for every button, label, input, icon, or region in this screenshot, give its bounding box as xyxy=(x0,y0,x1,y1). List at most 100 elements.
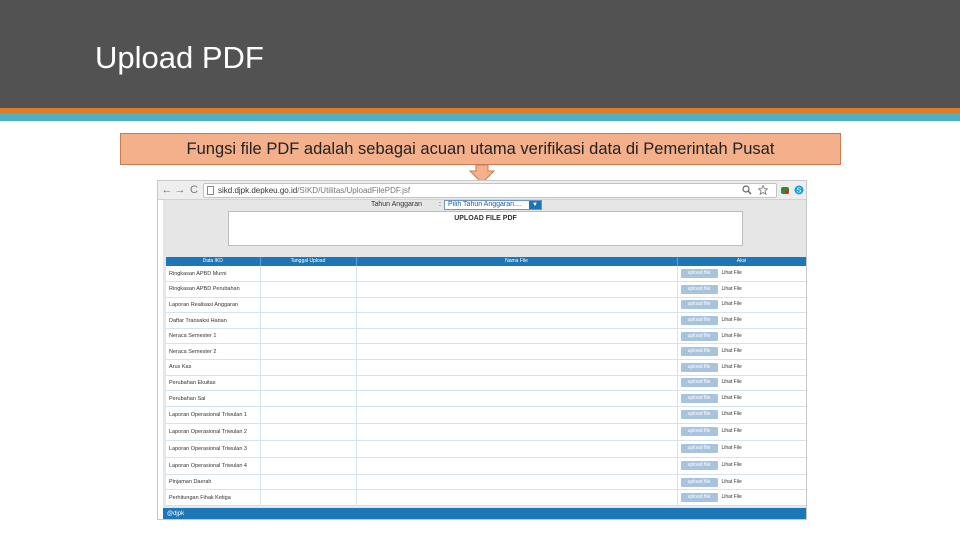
row-data-ikd: Daftar Transaksi Harian xyxy=(166,312,261,329)
upload-file-button[interactable]: upload file xyxy=(680,284,718,294)
row-aksi: upload file Lihat File xyxy=(677,297,806,314)
tahun-colon: : xyxy=(439,201,441,208)
upload-file-button[interactable]: upload file xyxy=(680,493,718,503)
row-aksi: upload file Lihat File xyxy=(677,406,806,424)
row-tanggal-upload xyxy=(260,297,357,314)
row-tanggal-upload xyxy=(260,281,357,298)
upload-file-button[interactable]: upload file xyxy=(680,378,718,388)
row-nama-file xyxy=(356,343,678,361)
table-row: Perubahan Sal upload file Lihat File xyxy=(166,390,806,407)
row-nama-file xyxy=(356,375,678,392)
row-aksi: upload file Lihat File xyxy=(677,489,806,507)
table-row: Ringkasan APBD Perubahan upload file Lihat… xyxy=(166,281,806,298)
upload-file-button[interactable]: upload file xyxy=(680,362,718,372)
lihat-file-link[interactable]: Lihat File xyxy=(722,494,742,500)
table-row: Laporan Operasional Triwulan 1 upload fil… xyxy=(166,406,806,424)
page-footer: @djpk xyxy=(163,508,806,519)
lihat-file-link[interactable]: Lihat File xyxy=(722,301,742,307)
row-data-ikd: Laporan Realisasi Anggaran xyxy=(166,297,261,314)
upload-table: Data IKD Tanggal Upload Nama File Aksi R… xyxy=(166,257,806,507)
star-icon[interactable] xyxy=(758,185,768,195)
row-tanggal-upload xyxy=(260,489,357,507)
row-nama-file xyxy=(356,312,678,329)
col-header-nama-file: Nama File xyxy=(356,257,678,266)
url-host: sikd.djpk.depkeu.go.id xyxy=(218,186,298,195)
slide-title: Upload PDF xyxy=(95,40,264,75)
table-row: Neraca Semester 2 upload file Lihat File xyxy=(166,343,806,361)
row-aksi: upload file Lihat File xyxy=(677,281,806,298)
row-nama-file xyxy=(356,281,678,298)
forward-button[interactable]: → xyxy=(174,184,186,196)
svg-text:S: S xyxy=(797,188,802,195)
lihat-file-link[interactable]: Lihat File xyxy=(722,395,742,401)
row-nama-file xyxy=(356,457,678,475)
upload-file-button[interactable]: upload file xyxy=(680,410,718,420)
upload-file-button[interactable]: upload file xyxy=(680,477,718,487)
row-tanggal-upload xyxy=(260,474,357,491)
extension-icon[interactable] xyxy=(780,185,790,195)
teal-stripe xyxy=(0,113,960,121)
lihat-file-link[interactable]: Lihat File xyxy=(722,445,742,451)
lihat-file-link[interactable]: Lihat File xyxy=(722,379,742,385)
row-aksi: upload file Lihat File xyxy=(677,423,806,441)
col-header-tanggal-upload: Tanggal Upload xyxy=(260,257,357,266)
row-nama-file xyxy=(356,474,678,491)
upload-file-button[interactable]: upload file xyxy=(680,394,718,404)
tahun-select-value: Pilih Tahun Anggaran.... xyxy=(448,201,522,208)
lihat-file-link[interactable]: Lihat File xyxy=(722,462,742,468)
row-data-ikd: Laporan Operasional Triwulan 3 xyxy=(166,440,261,458)
lihat-file-link[interactable]: Lihat File xyxy=(722,364,742,370)
row-aksi: upload file Lihat File xyxy=(677,312,806,329)
chevron-down-icon[interactable]: ▼ xyxy=(529,201,541,209)
row-aksi: upload file Lihat File xyxy=(677,375,806,392)
lihat-file-link[interactable]: Lihat File xyxy=(722,411,742,417)
row-aksi: upload file Lihat File xyxy=(677,343,806,361)
upload-file-button[interactable]: upload file xyxy=(680,427,718,437)
upload-file-button[interactable]: upload file xyxy=(680,316,718,326)
col-header-aksi: Aksi xyxy=(677,257,806,266)
lihat-file-link[interactable]: Lihat File xyxy=(722,428,742,434)
table-row: Daftar Transaksi Harian upload file Lihat … xyxy=(166,312,806,329)
row-tanggal-upload xyxy=(260,328,357,345)
row-data-ikd: Neraca Semester 2 xyxy=(166,343,261,361)
row-tanggal-upload xyxy=(260,390,357,407)
back-button[interactable]: ← xyxy=(161,184,173,196)
row-tanggal-upload xyxy=(260,406,357,424)
url-path: /SIKD/Utilitas/UploadFilePDF.jsf xyxy=(297,186,411,195)
zoom-icon[interactable] xyxy=(742,185,752,195)
row-tanggal-upload xyxy=(260,440,357,458)
callout-box: Fungsi file PDF adalah sebagai acuan uta… xyxy=(120,133,841,165)
upload-file-button[interactable]: upload file xyxy=(680,444,718,454)
lihat-file-link[interactable]: Lihat File xyxy=(722,348,742,354)
table-row: Perhitungan Fihak Ketiga upload file Lihat… xyxy=(166,489,806,507)
row-nama-file xyxy=(356,266,678,283)
lihat-file-link[interactable]: Lihat File xyxy=(722,317,742,323)
row-tanggal-upload xyxy=(260,423,357,441)
table-row: Ringkasan APBD Murni upload file Lihat Fil… xyxy=(166,266,806,283)
upload-file-button[interactable]: upload file xyxy=(680,461,718,471)
lihat-file-link[interactable]: Lihat File xyxy=(722,286,742,292)
address-bar[interactable]: sikd.djpk.depkeu.go.id/SIKD/Utilitas/Upl… xyxy=(203,183,777,198)
skype-icon[interactable]: S xyxy=(794,185,804,195)
row-tanggal-upload xyxy=(260,457,357,475)
row-nama-file xyxy=(356,406,678,424)
reload-button[interactable]: C xyxy=(188,184,200,196)
upload-file-button[interactable]: upload file xyxy=(680,347,718,357)
row-data-ikd: Pinjaman Daerah xyxy=(166,474,261,491)
row-data-ikd: Ringkasan APBD Murni xyxy=(166,266,261,283)
row-aksi: upload file Lihat File xyxy=(677,359,806,376)
row-nama-file xyxy=(356,489,678,507)
row-aksi: upload file Lihat File xyxy=(677,390,806,407)
tahun-anggaran-select[interactable]: Pilih Tahun Anggaran.... ▼ xyxy=(444,200,542,210)
upload-file-button[interactable]: upload file xyxy=(680,269,718,279)
upload-file-button[interactable]: upload file xyxy=(680,331,718,341)
row-tanggal-upload xyxy=(260,343,357,361)
table-row: Laporan Operasional Triwulan 3 upload fil… xyxy=(166,440,806,458)
row-aksi: upload file Lihat File xyxy=(677,328,806,345)
lihat-file-link[interactable]: Lihat File xyxy=(722,333,742,339)
upload-file-button[interactable]: upload file xyxy=(680,300,718,310)
lihat-file-link[interactable]: Lihat File xyxy=(722,270,742,276)
row-data-ikd: Laporan Operasional Triwulan 4 xyxy=(166,457,261,475)
table-row: Arus Kas upload file Lihat File xyxy=(166,359,806,376)
lihat-file-link[interactable]: Lihat File xyxy=(722,479,742,485)
